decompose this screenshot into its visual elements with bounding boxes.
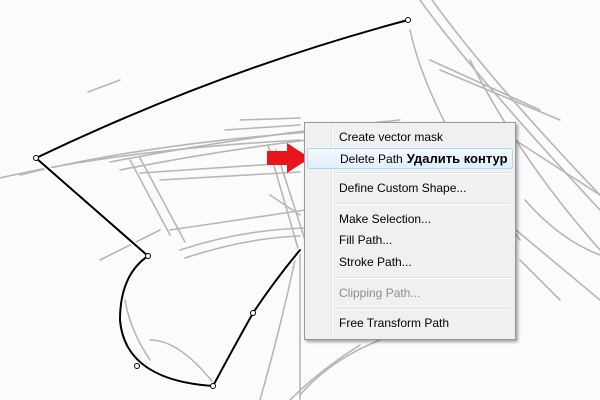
context-menu: Create vector mask Delete Path Удалить ко… <box>304 122 516 340</box>
anchor-point <box>145 253 151 259</box>
anchor-point <box>405 17 411 23</box>
menu-separator <box>335 172 511 174</box>
menu-item-label: Free Transform Path <box>339 316 450 330</box>
russian-annotation: Удалить контур <box>406 151 508 166</box>
menu-item-label: Make Selection... <box>339 212 432 226</box>
menu-item-delete-path[interactable]: Delete Path Удалить контур <box>307 148 513 169</box>
menu-item-make-selection[interactable]: Make Selection... <box>307 209 513 230</box>
menu-item-label: Stroke Path... <box>339 255 412 269</box>
menu-item-fill-path[interactable]: Fill Path... <box>307 230 513 251</box>
anchor-point <box>134 363 140 369</box>
menu-separator <box>335 277 511 279</box>
anchor-point <box>210 383 216 389</box>
menu-item-label: Delete Path <box>340 152 403 166</box>
menu-item-label: Define Custom Shape... <box>339 181 467 195</box>
menu-separator <box>335 308 511 310</box>
menu-item-stroke-path[interactable]: Stroke Path... <box>307 252 513 273</box>
menu-item-label: Fill Path... <box>339 233 393 247</box>
menu-item-create-vector-mask[interactable]: Create vector mask <box>307 127 513 148</box>
menu-separator <box>335 203 511 205</box>
anchor-point <box>250 310 256 316</box>
menu-item-free-transform-path[interactable]: Free Transform Path <box>307 313 513 334</box>
menu-item-define-custom-shape[interactable]: Define Custom Shape... <box>307 178 513 199</box>
menu-item-label: Clipping Path... <box>339 286 421 300</box>
menu-item-clipping-path: Clipping Path... <box>307 283 513 304</box>
menu-item-label: Create vector mask <box>339 130 444 144</box>
anchor-point <box>33 155 39 161</box>
